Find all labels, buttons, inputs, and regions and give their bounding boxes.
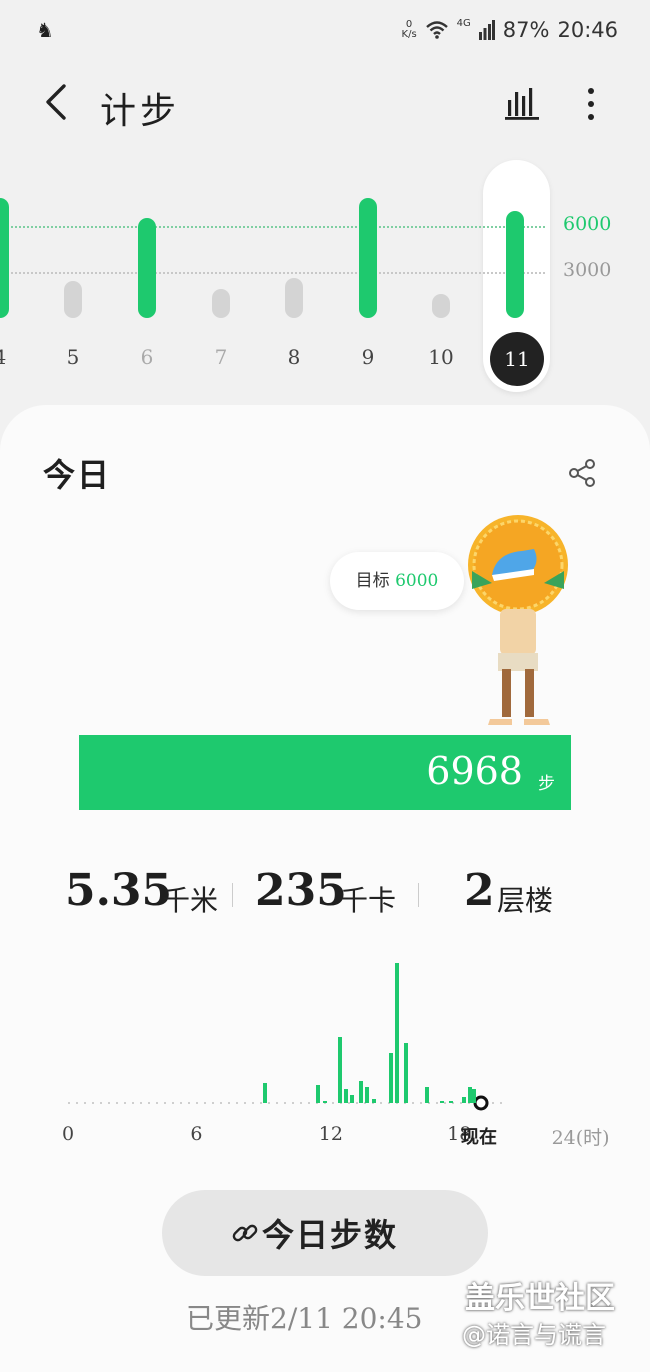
- hour-bar: [337, 1037, 342, 1103]
- share-icon[interactable]: [566, 457, 598, 489]
- hour-bar: [316, 1085, 321, 1103]
- hour-bar: [440, 1101, 445, 1103]
- achievement-badge-figure-icon: [468, 515, 568, 725]
- now-label: 现在: [461, 1127, 498, 1148]
- calories-unit: 千卡: [340, 884, 397, 917]
- day-label-9[interactable]: 9: [348, 345, 388, 369]
- day-label-5[interactable]: 5: [53, 345, 93, 369]
- hour-bar: [403, 1043, 408, 1103]
- watermark-title: 盖乐世社区: [465, 1281, 615, 1316]
- hour-bar: [262, 1083, 267, 1103]
- calories-value: 235: [255, 865, 347, 916]
- day-bar-6[interactable]: [138, 218, 156, 318]
- floors-value: 2: [464, 865, 495, 916]
- goal-line: [0, 225, 545, 228]
- today-steps-label: 今日步数: [262, 1216, 399, 1254]
- steps-unit: 步: [538, 774, 555, 794]
- hour-bar: [461, 1097, 466, 1103]
- reference-line: [0, 271, 545, 274]
- goal-axis-label: 6000: [563, 212, 612, 235]
- day-bar-7[interactable]: [212, 288, 230, 318]
- net-speed-unit: K/s: [401, 29, 417, 40]
- watermark-user: @诺言与谎言: [462, 1321, 606, 1349]
- steps-progress-bar: 6968 步: [79, 735, 571, 810]
- badge-icon: [468, 515, 568, 615]
- status-right: 0 K/s 4G 87% 20:46: [402, 18, 618, 42]
- day-bar-9[interactable]: [359, 198, 377, 318]
- status-bar: ♞ 0 K/s 4G 87% 20:46: [0, 0, 650, 62]
- signal-icon: [478, 20, 495, 40]
- chevron-left-icon: [46, 84, 66, 120]
- day-bar-10[interactable]: [432, 294, 450, 318]
- back-button[interactable]: [36, 80, 80, 124]
- page-title: 计步: [100, 91, 181, 132]
- hour-end-label: 24(时): [551, 1127, 610, 1149]
- hour-tick-label: 12: [318, 1123, 343, 1145]
- link-icon: [232, 1224, 258, 1242]
- now-marker: [473, 1095, 489, 1111]
- goal-prefix: 目标: [355, 571, 390, 591]
- today-card: 今日 目标 6000 6968 步 5.35 千米 235 千卡 2 层楼 0 …: [0, 405, 650, 1372]
- distance-unit: 千米: [162, 884, 219, 917]
- goal-bubble: 目标 6000: [330, 552, 464, 610]
- wifi-icon: [425, 21, 448, 39]
- day-label-8[interactable]: 8: [274, 345, 314, 369]
- steps-value: 6968: [426, 749, 523, 793]
- selected-day[interactable]: 11: [490, 332, 544, 386]
- hour-tick-label: 0: [62, 1123, 75, 1145]
- hour-bar: [359, 1081, 364, 1103]
- day-label-10[interactable]: 10: [421, 345, 461, 369]
- app-bar: 计步: [0, 62, 650, 152]
- bar-chart-icon[interactable]: [505, 86, 539, 120]
- goal-value: 6000: [395, 571, 439, 591]
- net-speed: 0 K/s: [402, 20, 417, 40]
- network-type: 4G: [456, 18, 471, 29]
- day-bar-5[interactable]: [64, 281, 82, 318]
- day-label-6[interactable]: 6: [127, 345, 167, 369]
- hourly-step-chart: 0 6 12 18 现在 24(时): [60, 955, 620, 1155]
- clock: 20:46: [557, 18, 618, 42]
- day-bar-8[interactable]: [285, 278, 303, 318]
- distance-value: 5.35: [65, 865, 173, 916]
- stat-divider: [232, 883, 233, 907]
- hour-bar: [425, 1087, 430, 1103]
- day-bar-11[interactable]: [506, 210, 524, 318]
- hour-bar: [448, 1101, 453, 1103]
- today-title: 今日: [43, 456, 112, 494]
- hour-bar: [350, 1095, 355, 1103]
- floors-unit: 层楼: [497, 884, 554, 917]
- hour-bar: [344, 1089, 349, 1103]
- day-bar-4[interactable]: [0, 198, 9, 318]
- battery-level: 87%: [502, 18, 550, 42]
- notification-icon: ♞: [36, 18, 54, 42]
- more-vertical-icon[interactable]: [580, 84, 602, 124]
- reference-axis-label: 3000: [563, 258, 612, 281]
- hour-bar: [365, 1087, 370, 1103]
- hour-tick-label: 6: [190, 1123, 203, 1145]
- hour-bar: [371, 1099, 376, 1103]
- updated-timestamp: 已更新2/11 20:45: [186, 1302, 423, 1335]
- day-label-7[interactable]: 7: [201, 345, 241, 369]
- weekly-step-chart: 6000 3000 11 4 5 6 7 8 9 10: [0, 155, 650, 405]
- hour-bar: [322, 1101, 327, 1103]
- today-steps-button[interactable]: 今日步数: [162, 1190, 488, 1276]
- day-label-4[interactable]: 4: [0, 345, 20, 369]
- hour-bar: [395, 963, 400, 1103]
- hour-bar: [472, 1089, 477, 1103]
- stats-row: 5.35 千米 235 千卡 2 层楼: [0, 865, 650, 925]
- stat-divider: [418, 883, 419, 907]
- hour-bar: [389, 1053, 393, 1103]
